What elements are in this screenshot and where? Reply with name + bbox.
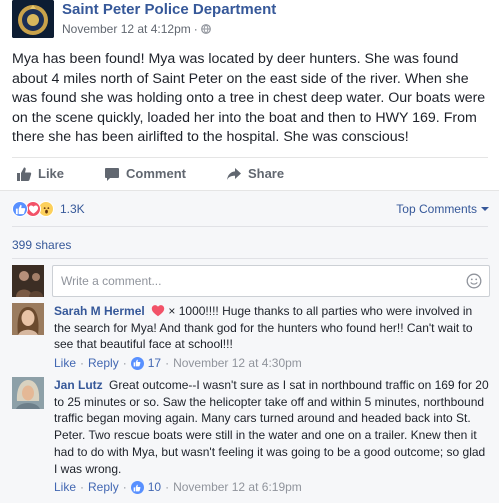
comment-text-block: Jan Lutz Great outcome--I wasn't sure as… (54, 377, 490, 477)
post-meta: November 12 at 4:12pm · (62, 22, 211, 36)
comment-actions: Like · Reply · 10 · November 12 at 6:19p… (54, 479, 302, 496)
divider (12, 226, 488, 227)
shares-count-link[interactable]: 399 shares (12, 238, 71, 252)
divider (12, 258, 488, 259)
commenter-avatar[interactable] (12, 303, 44, 335)
comment-button[interactable]: Comment (104, 166, 186, 182)
post-action-bar: Like Comment Share (12, 157, 488, 189)
comment-like-count[interactable]: 10 (130, 479, 162, 496)
comment-text: Great outcome--I wasn't sure as I sat in… (54, 378, 489, 476)
heart-icon (151, 305, 165, 317)
comment-composer (12, 265, 490, 297)
comment-timestamp[interactable]: November 12 at 4:30pm (173, 355, 302, 372)
reaction-count[interactable]: 1.3K (60, 202, 85, 216)
comment-body: Sarah M Hermel × 1000!!!! Huge thanks to… (54, 303, 490, 372)
caret-down-icon (481, 207, 489, 211)
facebook-post: Saint Peter Police Department November 1… (0, 0, 499, 503)
comment-sort-label: Top Comments (396, 202, 477, 216)
comment-likes-number: 10 (147, 480, 162, 495)
comment-like-link[interactable]: Like (54, 355, 76, 372)
like-reaction-icon (130, 481, 144, 495)
comment-like-count[interactable]: 17 (130, 355, 162, 372)
comment-actions: Like · Reply · 17 · November 12 at 4:30p… (54, 355, 302, 372)
current-user-avatar (12, 265, 44, 297)
like-button[interactable]: Like (16, 166, 64, 182)
commenter-name-link[interactable]: Jan Lutz (54, 378, 103, 392)
comment-bubble-icon (105, 167, 120, 181)
comment-like-link[interactable]: Like (54, 479, 76, 496)
share-button-label: Share (247, 166, 285, 181)
comment-likes-number: 17 (147, 356, 162, 371)
page-name-link[interactable]: Saint Peter Police Department (62, 1, 276, 18)
globe-icon (200, 24, 211, 34)
emoji-icon[interactable] (466, 273, 482, 289)
comment-sort-dropdown[interactable]: Top Comments (396, 202, 489, 216)
share-arrow-icon (226, 167, 241, 180)
page-avatar[interactable] (12, 0, 54, 38)
share-button[interactable]: Share (226, 166, 284, 182)
comment-text-block: Sarah M Hermel × 1000!!!! Huge thanks to… (54, 303, 490, 353)
post-timestamp[interactable]: November 12 at 4:12pm (62, 22, 191, 36)
comment-body: Jan Lutz Great outcome--I wasn't sure as… (54, 377, 490, 496)
comments-section: 1.3K Top Comments 399 shares Write a com… (0, 190, 499, 503)
comment-input[interactable] (52, 265, 490, 297)
like-reaction-icon (12, 201, 28, 217)
commenter-avatar[interactable] (12, 377, 44, 409)
comment-reply-link[interactable]: Reply (88, 479, 119, 496)
reactions-summary[interactable]: 1.3K (12, 199, 85, 219)
comment-timestamp[interactable]: November 12 at 6:19pm (173, 479, 302, 496)
thumbs-up-icon (17, 167, 32, 181)
comment-reply-link[interactable]: Reply (88, 355, 119, 372)
like-button-label: Like (38, 166, 65, 181)
comment-button-label: Comment (126, 166, 186, 181)
post-body-text: Mya has been found! Mya was located by d… (12, 51, 486, 145)
commenter-name-link[interactable]: Sarah M Hermel (54, 304, 145, 318)
police-badge-icon (12, 0, 54, 38)
like-reaction-icon (130, 356, 144, 370)
